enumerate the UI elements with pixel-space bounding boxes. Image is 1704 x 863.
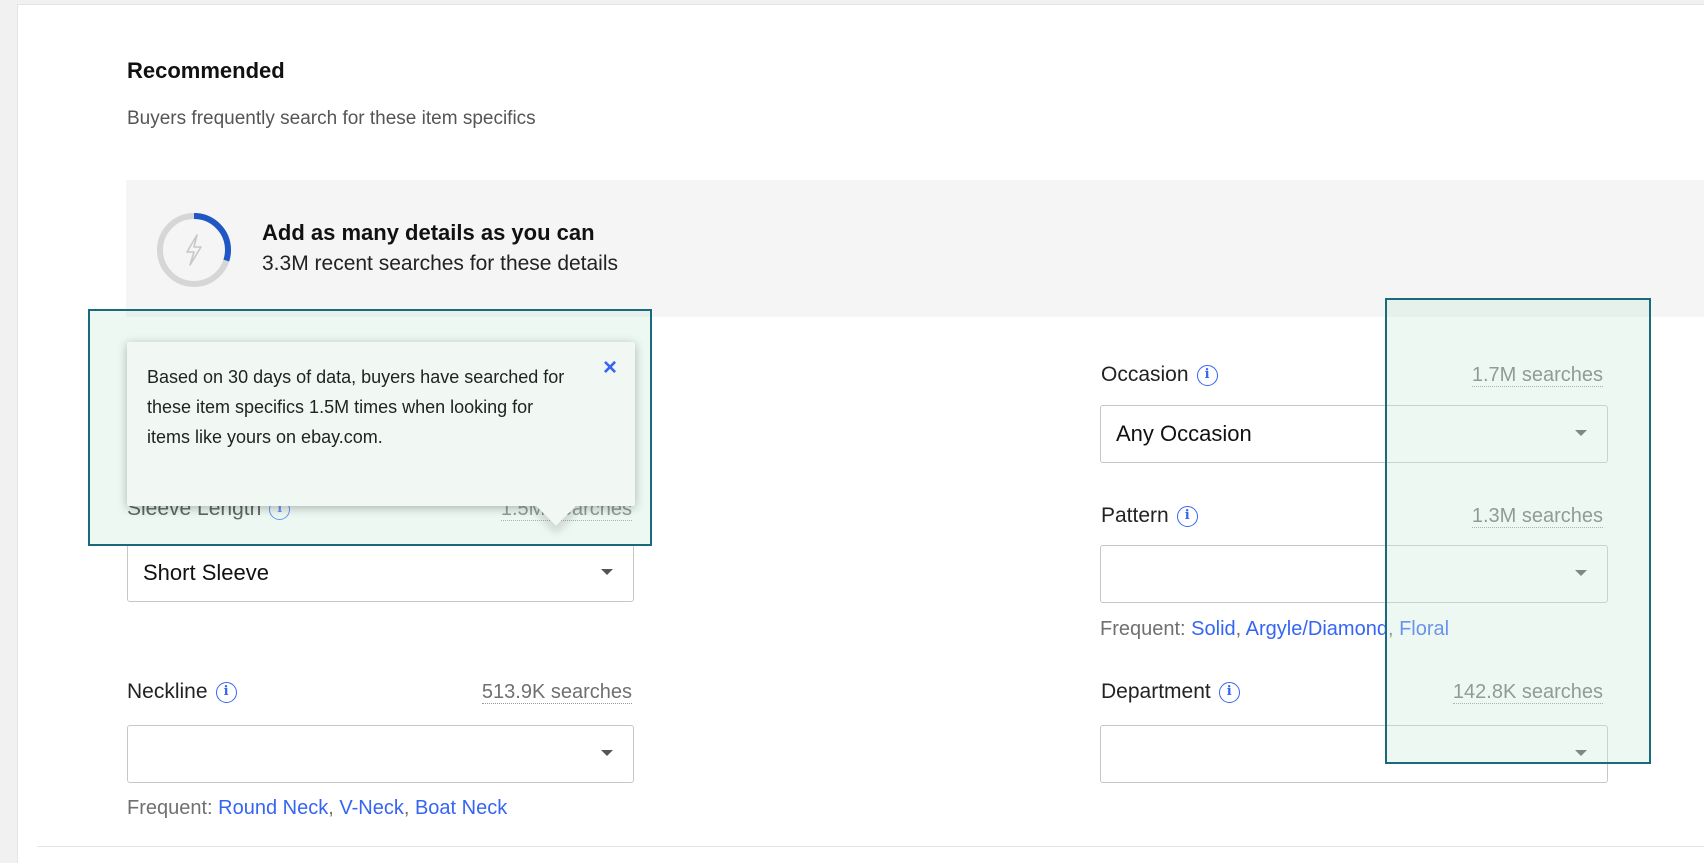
frequent-option-v-neck[interactable]: V-Neck <box>339 797 403 819</box>
pattern-label: Pattern i <box>1101 504 1198 528</box>
neckline-frequent: Frequent: Round Neck, V-Neck, Boat Neck <box>127 797 508 819</box>
info-icon[interactable]: i <box>215 681 237 703</box>
frequent-prefix: Frequent: <box>1100 618 1186 640</box>
searches-tooltip: Based on 30 days of data, buyers have se… <box>127 342 635 526</box>
info-icon[interactable]: i <box>1196 364 1218 386</box>
frequent-option-argyle-diamond[interactable]: Argyle/Diamond <box>1246 618 1388 640</box>
section-subtitle: Buyers frequently search for these item … <box>127 108 536 129</box>
neckline-label: Neckline i <box>127 680 237 704</box>
occasion-value: Any Occasion <box>1116 421 1252 446</box>
frequent-prefix: Frequent: <box>127 797 213 819</box>
info-icon[interactable]: i <box>1176 505 1198 527</box>
chevron-down-icon <box>601 569 613 575</box>
banner-subtitle: 3.3M recent searches for these details <box>262 252 619 275</box>
department-label-text: Department <box>1101 680 1211 703</box>
occasion-label-text: Occasion <box>1101 363 1189 386</box>
neckline-searches[interactable]: 513.9K searches <box>481 681 632 704</box>
chevron-down-icon <box>601 750 613 756</box>
frequent-option-round-neck[interactable]: Round Neck <box>218 797 328 819</box>
neckline-select[interactable] <box>127 725 634 783</box>
section-divider <box>37 846 1704 847</box>
lightning-bolt-icon <box>186 234 202 266</box>
sleeve-length-select[interactable]: Short Sleeve <box>127 544 634 602</box>
details-banner <box>126 180 1704 317</box>
searches-column-highlight <box>1385 298 1651 764</box>
banner-title: Add as many details as you can <box>262 220 595 245</box>
frequent-option-solid[interactable]: Solid <box>1191 618 1235 640</box>
tooltip-text: Based on 30 days of data, buyers have se… <box>147 367 565 447</box>
frequent-option-boat-neck[interactable]: Boat Neck <box>415 797 507 819</box>
info-icon[interactable]: i <box>1218 681 1240 703</box>
close-icon[interactable]: × <box>603 354 617 382</box>
sleeve-length-value: Short Sleeve <box>143 560 269 585</box>
occasion-label: Occasion i <box>1101 363 1218 387</box>
section-title: Recommended <box>127 58 285 83</box>
neckline-label-text: Neckline <box>127 680 208 703</box>
progress-ring <box>157 213 231 287</box>
department-label: Department i <box>1101 680 1240 704</box>
pattern-label-text: Pattern <box>1101 504 1169 527</box>
